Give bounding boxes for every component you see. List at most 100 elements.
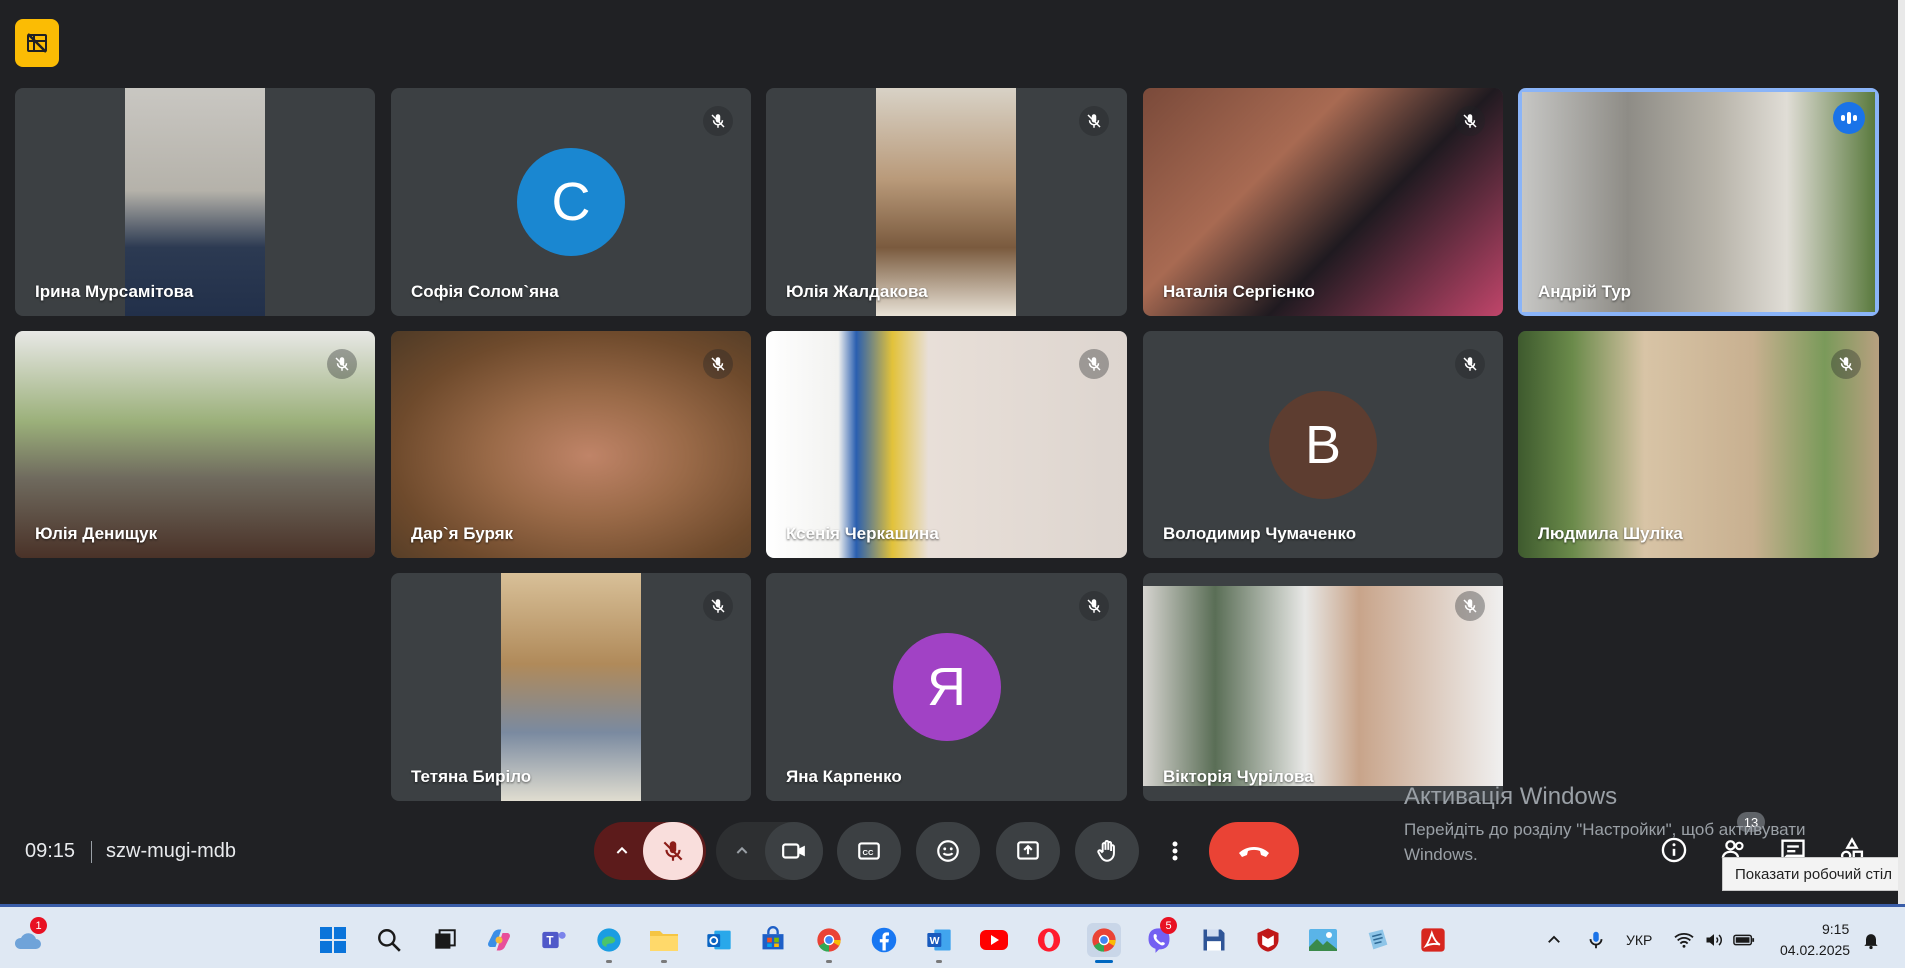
search-button[interactable] bbox=[372, 923, 406, 957]
chevron-up-icon bbox=[1548, 935, 1560, 943]
folder-icon bbox=[650, 931, 678, 951]
microphone-tray-button[interactable] bbox=[1579, 923, 1613, 957]
chrome-icon bbox=[817, 928, 841, 952]
participant-tile[interactable]: Тетяна Бирiло bbox=[391, 573, 751, 801]
wifi-icon bbox=[1674, 933, 1694, 948]
chevron-up-icon bbox=[736, 846, 748, 854]
show-hidden-icons-button[interactable] bbox=[1537, 923, 1571, 957]
participant-tile[interactable]: Вікторія Чурілова bbox=[1143, 573, 1503, 801]
participant-name: Людмила Шуліка bbox=[1538, 524, 1683, 543]
search-icon bbox=[378, 929, 401, 952]
store-app[interactable] bbox=[756, 923, 790, 957]
hangup-icon bbox=[1239, 847, 1269, 857]
participant-tile[interactable]: Наталія Сергієнко bbox=[1143, 88, 1503, 316]
more-options-button[interactable] bbox=[1155, 822, 1195, 880]
participant-tile[interactable]: Я Яна Карпенко bbox=[766, 573, 1127, 801]
participant-tile[interactable]: Ірина Мурсамітова bbox=[15, 88, 375, 316]
pdf-icon bbox=[1421, 928, 1445, 952]
chrome-app[interactable] bbox=[812, 923, 846, 963]
participant-name: Дар`я Буряк bbox=[411, 524, 514, 543]
captions-button[interactable]: CC bbox=[837, 822, 901, 880]
participant-name: Вікторія Чурілова bbox=[1163, 767, 1314, 786]
mic-muted-icon bbox=[327, 349, 357, 379]
mic-muted-icon bbox=[1455, 349, 1485, 379]
participant-tile[interactable]: Дар`я Буряк bbox=[391, 331, 751, 558]
outlook-app[interactable] bbox=[702, 923, 736, 957]
participant-name: Тетяна Бирiло bbox=[411, 767, 532, 786]
word-icon: W bbox=[927, 929, 951, 951]
running-indicator bbox=[826, 960, 832, 963]
svg-text:CC: CC bbox=[863, 848, 874, 857]
opera-icon bbox=[1037, 928, 1061, 952]
raise-hand-icon bbox=[1097, 840, 1115, 862]
show-desktop-tooltip: Показати робочий стіл bbox=[1722, 857, 1905, 891]
participant-name: Володимир Чумаченко bbox=[1163, 524, 1357, 543]
weather-widget[interactable]: 1 bbox=[10, 917, 47, 957]
teams-app[interactable]: T bbox=[537, 923, 571, 957]
participant-tile[interactable]: С Софія Солом`яна bbox=[391, 88, 751, 316]
mic-muted-icon bbox=[1079, 106, 1109, 136]
youtube-icon bbox=[980, 930, 1008, 950]
notepad-app[interactable] bbox=[1361, 923, 1395, 957]
participant-name: Софія Солом`яна bbox=[411, 282, 559, 301]
mic-muted-icon bbox=[1831, 349, 1861, 379]
meeting-time: 09:15 bbox=[25, 840, 76, 862]
window-scrollbar[interactable] bbox=[1898, 0, 1905, 904]
youtube-app[interactable] bbox=[977, 923, 1011, 957]
edge-icon bbox=[597, 928, 621, 952]
viber-app[interactable]: 5 bbox=[1142, 917, 1177, 957]
participant-name: Юлія Денищук bbox=[35, 524, 158, 543]
participant-tile[interactable]: Людмила Шуліка bbox=[1518, 331, 1879, 558]
chevron-up-icon bbox=[616, 846, 628, 854]
copilot-button[interactable] bbox=[482, 923, 516, 957]
word-app[interactable]: W bbox=[922, 923, 956, 963]
mic-toggle-button[interactable] bbox=[643, 822, 703, 880]
start-button[interactable] bbox=[316, 923, 350, 957]
file-explorer-app[interactable] bbox=[647, 923, 681, 963]
taskbar-clock[interactable]: 9:15 bbox=[1822, 921, 1849, 937]
chrome-profile-app[interactable] bbox=[1087, 923, 1121, 963]
raise-hand-button[interactable] bbox=[1075, 822, 1139, 880]
network-volume-battery-group[interactable] bbox=[1672, 923, 1756, 957]
tile-visibility-toggle[interactable] bbox=[15, 19, 59, 67]
store-icon bbox=[762, 926, 784, 950]
mic-off-icon bbox=[663, 841, 683, 861]
participant-name: Юлія Жалдакова bbox=[786, 282, 928, 301]
activation-title: Активація Windows bbox=[1404, 783, 1618, 810]
shield-icon bbox=[1257, 928, 1279, 952]
notifications-button[interactable] bbox=[1857, 923, 1885, 957]
participant-tile[interactable]: В Володимир Чумаченко bbox=[1143, 331, 1503, 558]
svg-text:T: T bbox=[546, 935, 553, 948]
opera-app[interactable] bbox=[1032, 923, 1066, 957]
camera-toggle-button[interactable] bbox=[765, 822, 823, 880]
participant-name: Андрій Тур bbox=[1538, 282, 1631, 301]
participant-name: Ксенія Черкашина bbox=[786, 524, 939, 543]
participant-tile[interactable]: Юлія Денищук bbox=[15, 331, 375, 558]
camera-icon bbox=[782, 843, 805, 859]
task-view-button[interactable] bbox=[428, 923, 462, 957]
speaking-indicator-icon bbox=[1833, 102, 1865, 134]
participant-tile-active[interactable]: Андрій Тур bbox=[1518, 88, 1879, 316]
taskbar-date[interactable]: 04.02.2025 bbox=[1780, 942, 1850, 958]
teams-icon: T bbox=[542, 931, 566, 949]
meeting-code: szw-mugi-mdb bbox=[106, 840, 237, 862]
reactions-button[interactable] bbox=[916, 822, 980, 880]
acrobat-app[interactable] bbox=[1416, 923, 1450, 957]
more-icon bbox=[1172, 841, 1178, 861]
volume-icon bbox=[1706, 934, 1722, 946]
present-button[interactable] bbox=[996, 822, 1060, 880]
input-language[interactable]: УКР bbox=[1626, 932, 1652, 948]
chrome-icon bbox=[1092, 928, 1116, 952]
mic-muted-icon bbox=[1079, 349, 1109, 379]
facebook-app[interactable] bbox=[867, 923, 901, 957]
photos-app[interactable] bbox=[1306, 923, 1340, 957]
captions-icon: CC bbox=[858, 842, 880, 860]
mcafee-app[interactable] bbox=[1251, 923, 1285, 957]
leave-call-button[interactable] bbox=[1209, 822, 1299, 880]
bell-icon bbox=[1864, 934, 1878, 950]
edge-app[interactable] bbox=[592, 923, 626, 963]
participant-tile[interactable]: Юлія Жалдакова bbox=[766, 88, 1127, 316]
save-app[interactable] bbox=[1197, 923, 1231, 957]
participant-tile[interactable]: Ксенія Черкашина bbox=[766, 331, 1127, 558]
windows-activation-watermark: Активація Windows Перейдіть до розділу "… bbox=[1404, 783, 1844, 867]
